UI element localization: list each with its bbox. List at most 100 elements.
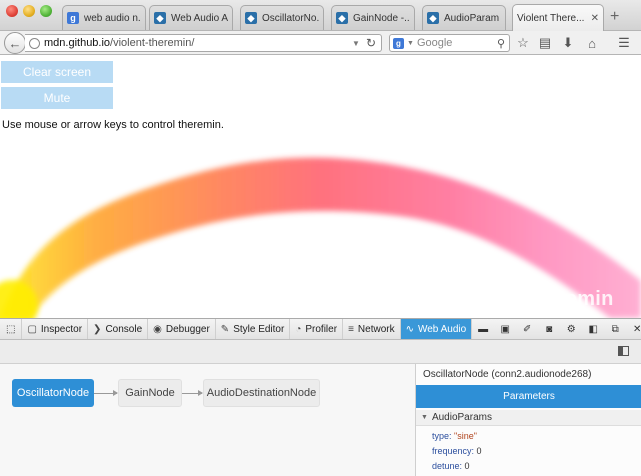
tool-tab-inspector[interactable]: ▢ Inspector (22, 319, 89, 339)
settings-gear-icon[interactable]: ⚙ (560, 318, 582, 340)
google-icon: g (67, 12, 79, 24)
audio-graph[interactable]: OscillatorNode GainNode AudioDestination… (0, 364, 415, 476)
param-row[interactable]: type: "sine" (432, 431, 477, 441)
tool-label: Console (105, 323, 143, 335)
param-key: frequency: (432, 446, 475, 456)
graph-edge (94, 390, 118, 396)
inspector-icon: ▢ (27, 323, 37, 335)
zoom-window-button[interactable] (40, 5, 52, 17)
tool-label: Web Audio (417, 323, 467, 335)
browser-tab-active[interactable]: Violent There... ✕ (512, 4, 604, 31)
tab-parameters[interactable]: Parameters (416, 385, 641, 408)
tab-label: GainNode -... (353, 12, 410, 24)
disclosure-triangle-icon[interactable]: ▼ (421, 414, 428, 421)
param-key: detune: (432, 461, 463, 471)
new-tab-button[interactable]: + (610, 8, 619, 26)
bookmark-star-icon[interactable]: ☆ (515, 35, 531, 51)
graph-edge (182, 390, 203, 396)
browser-tab[interactable]: ◆ OscillatorNo... (240, 5, 324, 30)
back-arrow-icon: ← (8, 35, 22, 51)
graph-node-destination[interactable]: AudioDestinationNode (203, 379, 320, 407)
url-text: mdn.github.io/violent-theremin/ (44, 37, 194, 49)
search-bar[interactable]: g ▼ Google ⚲ (389, 34, 510, 52)
audioparams-section[interactable]: ▼ AudioParams (416, 410, 641, 426)
google-icon[interactable]: g (393, 37, 404, 49)
graph-node-gain[interactable]: GainNode (118, 379, 182, 407)
split-console-icon[interactable]: ▬ (472, 318, 494, 340)
console-icon: ❯ (93, 323, 102, 335)
browser-tab[interactable]: ◆ AudioParam ... (422, 5, 506, 30)
tab-strip: g web audio n... ◆ Web Audio A... ◆ Osci… (0, 0, 641, 31)
pick-element-icon[interactable]: ⬚ (0, 319, 23, 339)
style-editor-icon: ✎ (220, 323, 230, 335)
screenshot-icon[interactable]: ◙ (538, 318, 560, 340)
tab-label: web audio n... (84, 12, 141, 24)
section-label: AudioParams (431, 412, 492, 423)
debugger-icon: ◉ (153, 323, 162, 335)
tool-tab-profiler[interactable]: ◔ Profiler (290, 319, 344, 339)
dock-side-icon[interactable]: ◧ (582, 318, 604, 340)
instructions-text: Use mouse or arrow keys to control there… (2, 119, 224, 131)
param-value[interactable]: 0 (465, 461, 470, 471)
tab-label: OscillatorNo... (262, 12, 319, 24)
toggle-inspector-icon[interactable] (618, 346, 629, 356)
reload-icon[interactable]: ↻ (366, 36, 376, 50)
graph-node-oscillator[interactable]: OscillatorNode (12, 379, 94, 407)
tool-tab-web-audio[interactable]: ∿ Web Audio (400, 319, 473, 339)
undock-window-icon[interactable]: ⧉ (604, 318, 626, 340)
search-icon[interactable]: ⚲ (497, 37, 505, 50)
history-dropdown-icon[interactable]: ▼ (352, 39, 360, 48)
tool-label: Debugger (165, 323, 210, 335)
tool-tab-style-editor[interactable]: ✎ Style Editor (216, 319, 291, 339)
clear-screen-button[interactable]: Clear screen (1, 61, 113, 83)
search-input[interactable]: Google (417, 37, 452, 49)
tool-label: Style Editor (233, 323, 285, 335)
mdn-icon: ◆ (336, 12, 348, 24)
mdn-icon: ◆ (245, 12, 257, 24)
download-icon[interactable]: ⬇ (560, 35, 576, 51)
node-inspector: OscillatorNode (conn2.audionode268) Para… (415, 364, 641, 476)
responsive-mode-icon[interactable]: ▣ (494, 318, 516, 340)
profiler-icon: ◔ (295, 323, 302, 335)
browser-tab[interactable]: ◆ GainNode -... (331, 5, 415, 30)
param-row[interactable]: detune: 0 (432, 461, 470, 471)
tool-tab-console[interactable]: ❯ Console (88, 319, 149, 339)
param-key: type: (432, 431, 452, 441)
browser-tab[interactable]: g web audio n... (62, 5, 146, 30)
tab-label: AudioParam ... (444, 12, 501, 24)
browser-tab[interactable]: ◆ Web Audio A... (149, 5, 233, 30)
minimize-window-button[interactable] (23, 5, 35, 17)
tool-tab-network[interactable]: ≡ Network (343, 319, 401, 339)
menu-icon[interactable]: ☰ (616, 35, 632, 51)
mdn-icon: ◆ (427, 12, 439, 24)
brand-title: Violent Theremin (447, 288, 614, 310)
close-window-button[interactable] (6, 5, 18, 17)
globe-icon (29, 37, 40, 49)
tool-tab-debugger[interactable]: ◉ Debugger (148, 319, 216, 339)
tab-label: Violent There... (517, 12, 585, 24)
page-content[interactable]: Clear screen Mute Use mouse or arrow key… (0, 56, 641, 318)
url-bar[interactable]: mdn.github.io/violent-theremin/ ▼ ↻ (25, 34, 382, 52)
web-audio-toolbar (0, 340, 641, 364)
tab-label: Web Audio A... (171, 12, 228, 24)
devtools-toolbar: ⬚ ▢ Inspector ❯ Console ◉ Debugger ✎ Style E… (0, 318, 641, 340)
tool-label: Profiler (305, 323, 338, 335)
web-audio-icon: ∿ (405, 323, 414, 335)
home-icon[interactable]: ⌂ (584, 35, 600, 51)
mute-button[interactable]: Mute (1, 87, 113, 109)
reading-list-icon[interactable]: ▤ (537, 35, 553, 51)
devtools-command-buttons: ▬ ▣ ✐ ◙ ⚙ ◧ ⧉ ✕ (472, 319, 641, 339)
param-row[interactable]: frequency: 0 (432, 446, 482, 456)
tool-label: Inspector (40, 323, 83, 335)
close-tab-icon[interactable]: ✕ (588, 13, 599, 24)
close-devtools-icon[interactable]: ✕ (626, 318, 641, 340)
back-button[interactable]: ← (4, 32, 26, 54)
engine-dropdown-icon[interactable]: ▼ (407, 40, 414, 47)
mdn-icon: ◆ (154, 12, 166, 24)
param-value[interactable]: "sine" (454, 431, 477, 441)
navigation-toolbar: ← mdn.github.io/violent-theremin/ ▼ ↻ g … (0, 31, 641, 55)
scratchpad-icon[interactable]: ✐ (516, 318, 538, 340)
url-host: mdn.github.io (44, 37, 111, 49)
tool-label: Network (357, 323, 395, 335)
param-value[interactable]: 0 (477, 446, 482, 456)
